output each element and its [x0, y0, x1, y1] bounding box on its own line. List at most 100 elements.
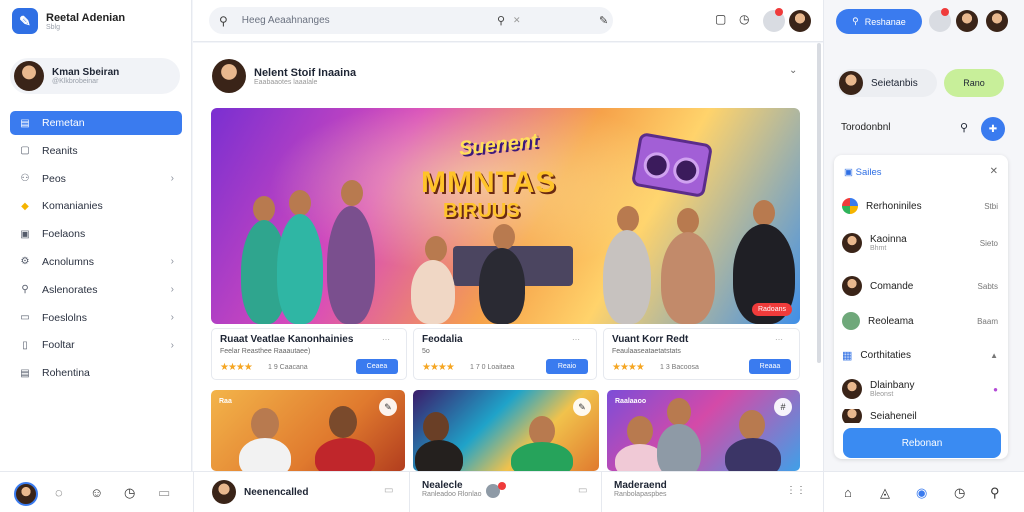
green-button[interactable]: Rano — [944, 69, 1004, 97]
hashtag-icon[interactable]: # — [774, 398, 792, 416]
list-item[interactable]: Seiaheneil — [842, 409, 1000, 423]
pen-icon[interactable]: ✎ — [379, 398, 397, 416]
card-button[interactable]: Reaaa — [749, 359, 791, 374]
sidebar-item-komanianies[interactable]: ◆ Komanianies — [10, 194, 182, 218]
event-card[interactable]: Feodalia 5o ★★★★ 1 7 0 Loaitaea Reaio ⋯ — [413, 328, 597, 380]
clock-icon[interactable]: ◷ — [124, 485, 135, 501]
sidebar-item-aslenorates[interactable]: ⚲ Aslenorates › — [10, 278, 182, 302]
right-panel-user[interactable]: Seietanbis — [837, 69, 937, 97]
list-item[interactable]: Dlainbany Bleonst ● — [842, 375, 1000, 403]
clock-icon[interactable]: ◷ — [739, 12, 749, 26]
feed-scrollbar[interactable] — [817, 43, 821, 363]
more-icon[interactable]: ⋯ — [775, 335, 783, 344]
window-icon[interactable]: ▢ — [715, 12, 726, 26]
media-thumbnail[interactable]: Raa ✎ — [211, 390, 405, 471]
edit-icon[interactable]: ✎ — [573, 398, 591, 416]
avatar — [842, 233, 862, 253]
more-icon[interactable]: ⋯ — [572, 335, 580, 344]
camera-icon[interactable]: ▭ — [578, 485, 587, 496]
search-icon[interactable]: ⚲ — [497, 14, 505, 27]
person-graphic — [677, 208, 699, 234]
list-item[interactable]: Reoleama Baam — [842, 310, 1000, 332]
more-icon[interactable]: ⋯ — [382, 335, 390, 344]
smile-icon[interactable]: ☺ — [90, 485, 103, 500]
person-graphic — [415, 440, 463, 471]
close-icon[interactable]: ✕ — [990, 166, 998, 177]
add-icon[interactable]: ✚ — [981, 117, 1005, 141]
sidebar-item-remetan[interactable]: ▤ Remetan — [10, 111, 182, 135]
edit-icon[interactable]: ✎ — [599, 14, 608, 27]
avatar[interactable] — [956, 10, 978, 32]
avatar — [842, 312, 860, 330]
list-item[interactable]: Rerhoniniles Stbi — [842, 195, 1000, 217]
event-cards: Ruaat Veatlae Kanonhainies Feelar Reasth… — [211, 328, 800, 382]
bottom-nav: ⌂ ◬ ◉ ◷ ⚲ — [823, 472, 1024, 512]
list-item[interactable]: Comande Sabts — [842, 275, 1000, 297]
person-graphic — [253, 196, 275, 222]
profile-card[interactable]: Kman Sbeiran @Klkbrobeinar — [10, 58, 180, 94]
person-graphic — [329, 406, 357, 438]
badge-icon: ● — [993, 384, 998, 394]
chat-item[interactable]: Neenencalled ▭ — [193, 472, 409, 512]
avatar — [842, 409, 862, 423]
right-panel-cta-button[interactable]: Rebonan — [843, 428, 1001, 458]
card-button[interactable]: Reaio — [546, 359, 588, 374]
hero-badge[interactable]: Radoans — [751, 303, 792, 316]
avatar[interactable] — [212, 59, 246, 93]
avatar[interactable] — [789, 10, 811, 32]
list-item-right: Baam — [977, 316, 998, 326]
location-icon[interactable]: ◉ — [916, 485, 927, 501]
media-thumbnail[interactable]: Raalaaoo # — [607, 390, 800, 471]
sidebar-item-foeslolns[interactable]: ▭ Foeslolns › — [10, 306, 182, 330]
hero-image[interactable]: Suenent MMNTAS BIRUUS Radoans — [211, 108, 800, 324]
close-icon[interactable]: ✕ — [513, 15, 521, 26]
avatar[interactable] — [14, 482, 38, 506]
sidebar-item-rohentina[interactable]: ▤ Rohentina — [10, 361, 182, 385]
star-rating-icon: ★★★★ — [422, 362, 455, 373]
brand[interactable]: ✎ Reetal Adenian Sblg — [12, 8, 125, 34]
event-card[interactable]: Vuant Korr Redt Feaulaaseataetatstats ★★… — [603, 328, 800, 380]
person-graphic — [661, 232, 715, 324]
avatar — [839, 71, 863, 95]
profile-icon[interactable]: ⚲ — [990, 485, 1000, 501]
list-item[interactable]: ▦ Corthitaties ▲ — [842, 344, 1000, 366]
home-icon: ▤ — [20, 117, 30, 129]
chat-item[interactable]: Nealecle Ranleadoo Rlonlao ▭ — [409, 472, 601, 512]
card-button[interactable]: Ceaea — [356, 359, 398, 374]
folder-icon: ◆ — [21, 200, 29, 212]
notification-dot — [498, 482, 506, 490]
chat-icon[interactable]: ◌ — [55, 485, 63, 500]
sales-card-label: Sailes — [855, 167, 882, 178]
home-icon[interactable]: ⌂ — [844, 485, 852, 500]
bell-icon[interactable]: ◬ — [880, 485, 890, 501]
notification-icon[interactable] — [763, 8, 785, 32]
history-icon[interactable]: ◷ — [954, 485, 965, 501]
media-thumbnail[interactable]: ✎ — [413, 390, 599, 471]
avatar[interactable] — [986, 10, 1008, 32]
top-action-button[interactable]: ⚲ Reshanae — [836, 9, 922, 34]
camera-icon[interactable]: ▭ — [384, 485, 393, 496]
sidebar-item-acnolumns[interactable]: ⚙ Acnolumns › — [10, 250, 182, 274]
avatar — [14, 61, 44, 91]
post-author[interactable]: Nelent Stoif Inaaina — [254, 67, 356, 79]
list-item-sub: Bleonst — [870, 391, 894, 398]
sidebar-item-peos[interactable]: ⚇ Peos › — [10, 167, 182, 191]
chevron-right-icon: › — [170, 256, 174, 268]
notification-icon[interactable] — [929, 8, 951, 32]
person-graphic — [627, 416, 653, 446]
search-icon[interactable]: ⚲ — [960, 121, 968, 134]
sidebar-item-reanits[interactable]: ▢ Reanits — [10, 139, 182, 163]
search-input[interactable]: ⚲ Heeg Aeaahnanges ⚲ ✕ ✎ — [209, 7, 613, 34]
event-card[interactable]: Ruaat Veatlae Kanonhainies Feelar Reasth… — [211, 328, 407, 380]
list-item[interactable]: Kaoinna Bhmt Sieto — [842, 229, 1000, 257]
sidebar-item-fooltar[interactable]: ▯ Fooltar › — [10, 333, 182, 357]
chevron-down-icon[interactable]: ⌄ — [789, 65, 797, 76]
list-item-sub: Bhmt — [870, 245, 887, 252]
chevron-right-icon: › — [170, 339, 174, 351]
grid-icon[interactable]: ⋮⋮ — [786, 485, 806, 496]
sidebar-item-foelaons[interactable]: ▣ Foelaons — [10, 222, 182, 246]
message-icon[interactable]: ▭ — [158, 485, 170, 501]
sales-icon: ▣ — [844, 167, 853, 178]
chat-item[interactable]: Maderaend Ranbolapaspbes ⋮⋮ — [601, 472, 823, 512]
person-graphic — [479, 248, 525, 324]
